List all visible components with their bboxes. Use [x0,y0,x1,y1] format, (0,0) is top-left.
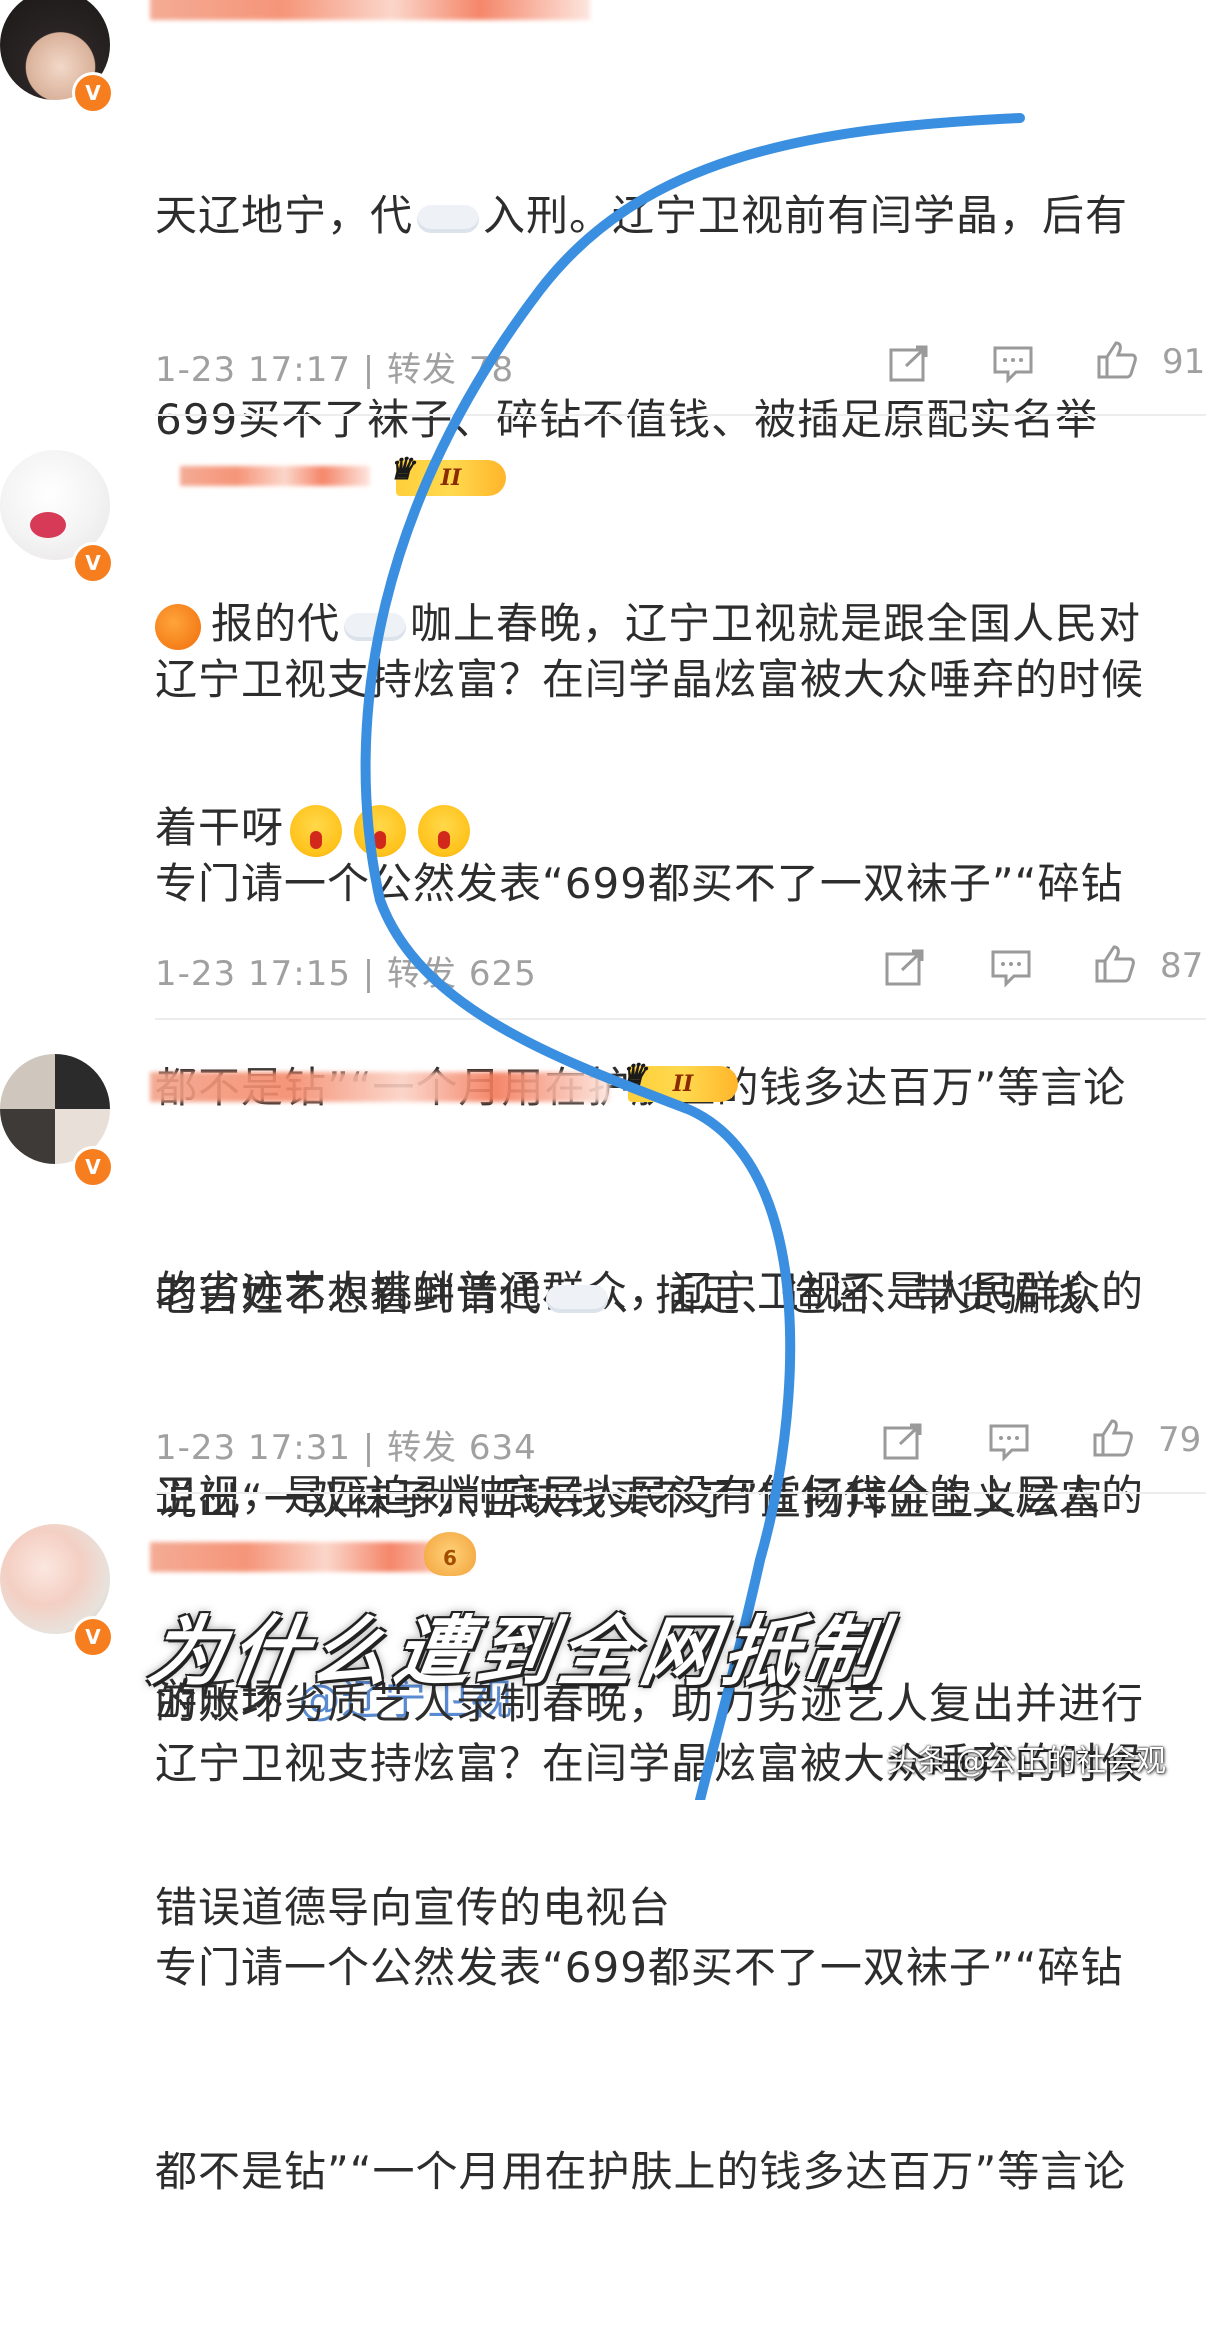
share-icon[interactable] [884,948,926,988]
level-badge: ♛ II [388,452,506,496]
repost-count[interactable]: 转发 634 [387,1428,537,1468]
repost-count[interactable]: 转发 78 [387,350,514,390]
avatar-detail-icon [30,512,66,538]
comment-meta: 1-23 17:31 | 转发 634 [155,1428,537,1468]
comment-meta: 1-23 17:17 | 转发 78 [155,350,515,390]
like-icon[interactable] [1092,1418,1134,1458]
comment-meta: 1-23 17:15 | 转发 625 [155,954,537,994]
comment-2: V ♛ II 辽宁卫视支持炫富？在闫学晶炫富被大众唾弃的时候 专门请一个公然发表“… [0,440,1206,1724]
username[interactable] [150,1072,610,1102]
username[interactable] [150,1542,470,1572]
verified-badge-icon: V [72,542,114,584]
comment-3: V ♛ II 老百姓不想看到请代 、插足、造谣、带货骗钱、 说出“一双袜子六百块钱买… [0,1050,1206,1932]
comment-text: 辽宁卫视支持炫富？在闫学晶炫富被大众唾弃的时候 专门请一个公然发表“699都买不… [155,1739,1145,2196]
cloud-emoji-icon [417,204,480,233]
like-count: 79 [1158,1420,1202,1460]
level-6-badge: 6 [424,1532,476,1576]
like-icon[interactable] [1094,944,1136,984]
timestamp: 1-23 17:31 [155,1428,351,1468]
divider [155,1018,1206,1020]
comment-icon[interactable] [992,344,1034,384]
timestamp: 1-23 17:17 [155,350,351,390]
share-icon[interactable] [882,1422,924,1462]
repost-count[interactable]: 转发 625 [387,954,537,994]
verified-badge-icon: V [72,1616,114,1658]
verified-badge-icon: V [72,72,114,114]
video-caption: 为什么遭到全网抵制 [142,1607,894,1696]
crown-icon: ♛ [620,1058,647,1093]
timestamp: 1-23 17:15 [155,954,351,994]
like-count: 91 [1162,342,1206,382]
divider [155,414,1206,416]
watermark: 头条 @公正的社会观 [886,1744,1166,1779]
username[interactable] [150,0,590,20]
comment-icon[interactable] [990,948,1032,988]
comment-1: V 天辽地宁，代 入刑。辽宁卫视前有闫学晶，后有 699买不了袜子、碎钻不值钱、被… [0,0,1206,857]
like-count: 87 [1160,946,1204,986]
crown-icon: ♛ [388,452,415,487]
cloud-emoji-icon [546,1284,609,1313]
verified-badge-icon: V [72,1146,114,1188]
share-icon[interactable] [888,344,930,384]
comment-icon[interactable] [988,1422,1030,1462]
level-badge: ♛ II [620,1058,738,1102]
divider [155,1492,1206,1494]
like-icon[interactable] [1096,340,1138,380]
username[interactable] [180,466,370,486]
